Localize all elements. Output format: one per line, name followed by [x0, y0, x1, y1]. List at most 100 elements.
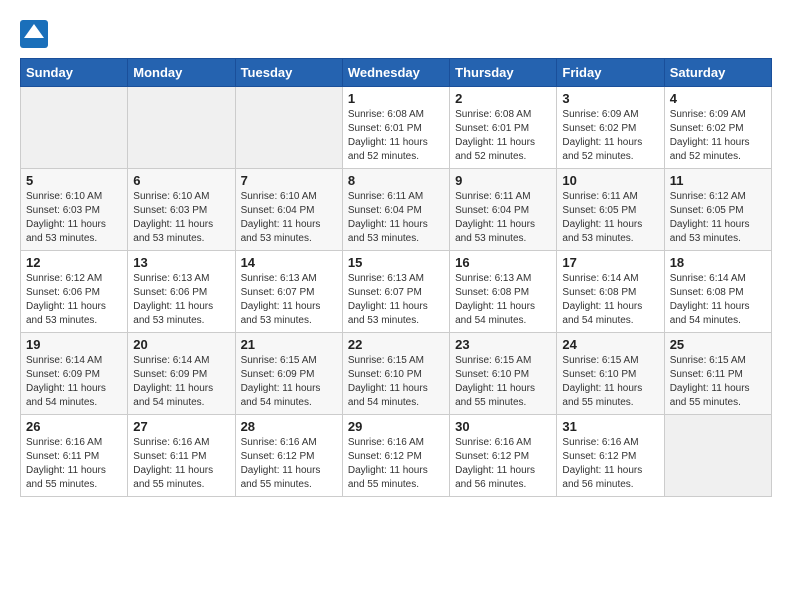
calendar-cell: 2 Sunrise: 6:08 AM Sunset: 6:01 PM Daylig…	[450, 87, 557, 169]
day-info: Sunrise: 6:16 AM Sunset: 6:12 PM Dayligh…	[562, 436, 658, 492]
weekday-header-friday: Friday	[557, 59, 664, 87]
weekday-header-monday: Monday	[128, 59, 235, 87]
day-info: Sunrise: 6:16 AM Sunset: 6:11 PM Dayligh…	[26, 436, 122, 492]
day-number: 20	[133, 337, 229, 352]
day-info: Sunrise: 6:12 AM Sunset: 6:05 PM Dayligh…	[670, 190, 766, 246]
day-number: 13	[133, 255, 229, 270]
calendar-cell: 22 Sunrise: 6:15 AM Sunset: 6:10 PM Dayli…	[342, 333, 449, 415]
day-number: 31	[562, 419, 658, 434]
day-number: 6	[133, 173, 229, 188]
week-row-4: 19Sunrise: 6:14 AM Sunset: 6:09 PM Dayli…	[21, 333, 772, 415]
day-info: Sunrise: 6:14 AM Sunset: 6:08 PM Dayligh…	[670, 272, 766, 328]
calendar-cell: 23Sunrise: 6:15 AM Sunset: 6:10 PM Dayli…	[450, 333, 557, 415]
day-number: 4	[670, 91, 766, 106]
calendar-cell: 25 Sunrise: 6:15 AM Sunset: 6:11 PM Dayli…	[664, 333, 771, 415]
day-number: 15	[348, 255, 444, 270]
calendar-cell: 3 Sunrise: 6:09 AM Sunset: 6:02 PM Daylig…	[557, 87, 664, 169]
day-info: Sunrise: 6:15 AM Sunset: 6:10 PM Dayligh…	[348, 354, 444, 410]
calendar-cell: 1Sunrise: 6:08 AM Sunset: 6:01 PM Daylig…	[342, 87, 449, 169]
day-number: 3	[562, 91, 658, 106]
day-number: 11	[670, 173, 766, 188]
day-info: Sunrise: 6:12 AM Sunset: 6:06 PM Dayligh…	[26, 272, 122, 328]
day-info: Sunrise: 6:15 AM Sunset: 6:10 PM Dayligh…	[562, 354, 658, 410]
week-row-3: 12 Sunrise: 6:12 AM Sunset: 6:06 PM Dayli…	[21, 251, 772, 333]
day-info: Sunrise: 6:14 AM Sunset: 6:08 PM Dayligh…	[562, 272, 658, 328]
calendar-cell: 29 Sunrise: 6:16 AM Sunset: 6:12 PM Dayli…	[342, 415, 449, 497]
calendar-cell	[235, 87, 342, 169]
weekday-header-tuesday: Tuesday	[235, 59, 342, 87]
day-info: Sunrise: 6:11 AM Sunset: 6:04 PM Dayligh…	[348, 190, 444, 246]
weekday-header-row: SundayMondayTuesdayWednesdayThursdayFrid…	[21, 59, 772, 87]
calendar-cell: 10 Sunrise: 6:11 AM Sunset: 6:05 PM Dayli…	[557, 169, 664, 251]
calendar-cell: 5 Sunrise: 6:10 AM Sunset: 6:03 PM Daylig…	[21, 169, 128, 251]
calendar-cell	[664, 415, 771, 497]
calendar-cell: 7Sunrise: 6:10 AM Sunset: 6:04 PM Daylig…	[235, 169, 342, 251]
day-info: Sunrise: 6:11 AM Sunset: 6:04 PM Dayligh…	[455, 190, 551, 246]
day-info: Sunrise: 6:15 AM Sunset: 6:09 PM Dayligh…	[241, 354, 337, 410]
day-info: Sunrise: 6:11 AM Sunset: 6:05 PM Dayligh…	[562, 190, 658, 246]
day-info: Sunrise: 6:16 AM Sunset: 6:12 PM Dayligh…	[348, 436, 444, 492]
week-row-2: 5 Sunrise: 6:10 AM Sunset: 6:03 PM Daylig…	[21, 169, 772, 251]
calendar-cell: 8 Sunrise: 6:11 AM Sunset: 6:04 PM Daylig…	[342, 169, 449, 251]
day-number: 9	[455, 173, 551, 188]
calendar-cell: 20Sunrise: 6:14 AM Sunset: 6:09 PM Dayli…	[128, 333, 235, 415]
calendar-cell: 30Sunrise: 6:16 AM Sunset: 6:12 PM Dayli…	[450, 415, 557, 497]
calendar-cell: 31 Sunrise: 6:16 AM Sunset: 6:12 PM Dayli…	[557, 415, 664, 497]
day-number: 21	[241, 337, 337, 352]
calendar-cell: 24 Sunrise: 6:15 AM Sunset: 6:10 PM Dayli…	[557, 333, 664, 415]
day-info: Sunrise: 6:16 AM Sunset: 6:11 PM Dayligh…	[133, 436, 229, 492]
day-number: 14	[241, 255, 337, 270]
calendar-cell: 9 Sunrise: 6:11 AM Sunset: 6:04 PM Daylig…	[450, 169, 557, 251]
day-number: 24	[562, 337, 658, 352]
calendar-cell: 4 Sunrise: 6:09 AM Sunset: 6:02 PM Daylig…	[664, 87, 771, 169]
calendar-cell: 13 Sunrise: 6:13 AM Sunset: 6:06 PM Dayli…	[128, 251, 235, 333]
day-number: 23	[455, 337, 551, 352]
page-header	[20, 20, 772, 48]
day-number: 10	[562, 173, 658, 188]
day-number: 5	[26, 173, 122, 188]
calendar-table: SundayMondayTuesdayWednesdayThursdayFrid…	[20, 58, 772, 497]
day-info: Sunrise: 6:09 AM Sunset: 6:02 PM Dayligh…	[562, 108, 658, 164]
day-number: 16	[455, 255, 551, 270]
day-number: 22	[348, 337, 444, 352]
calendar-cell: 18Sunrise: 6:14 AM Sunset: 6:08 PM Dayli…	[664, 251, 771, 333]
day-number: 8	[348, 173, 444, 188]
day-info: Sunrise: 6:10 AM Sunset: 6:04 PM Dayligh…	[241, 190, 337, 246]
calendar-cell: 14 Sunrise: 6:13 AM Sunset: 6:07 PM Dayli…	[235, 251, 342, 333]
calendar-cell: 16Sunrise: 6:13 AM Sunset: 6:08 PM Dayli…	[450, 251, 557, 333]
day-info: Sunrise: 6:15 AM Sunset: 6:11 PM Dayligh…	[670, 354, 766, 410]
calendar-cell	[128, 87, 235, 169]
calendar-cell: 15Sunrise: 6:13 AM Sunset: 6:07 PM Dayli…	[342, 251, 449, 333]
day-info: Sunrise: 6:08 AM Sunset: 6:01 PM Dayligh…	[455, 108, 551, 164]
calendar-cell: 19Sunrise: 6:14 AM Sunset: 6:09 PM Dayli…	[21, 333, 128, 415]
day-info: Sunrise: 6:14 AM Sunset: 6:09 PM Dayligh…	[26, 354, 122, 410]
day-info: Sunrise: 6:13 AM Sunset: 6:06 PM Dayligh…	[133, 272, 229, 328]
calendar-cell: 26 Sunrise: 6:16 AM Sunset: 6:11 PM Dayli…	[21, 415, 128, 497]
day-number: 28	[241, 419, 337, 434]
calendar-cell: 6 Sunrise: 6:10 AM Sunset: 6:03 PM Daylig…	[128, 169, 235, 251]
logo	[20, 20, 52, 48]
day-number: 12	[26, 255, 122, 270]
weekday-header-sunday: Sunday	[21, 59, 128, 87]
day-info: Sunrise: 6:08 AM Sunset: 6:01 PM Dayligh…	[348, 108, 444, 164]
calendar-cell: 11 Sunrise: 6:12 AM Sunset: 6:05 PM Dayli…	[664, 169, 771, 251]
calendar-cell: 17Sunrise: 6:14 AM Sunset: 6:08 PM Dayli…	[557, 251, 664, 333]
calendar-cell: 27Sunrise: 6:16 AM Sunset: 6:11 PM Dayli…	[128, 415, 235, 497]
day-number: 26	[26, 419, 122, 434]
weekday-header-wednesday: Wednesday	[342, 59, 449, 87]
day-info: Sunrise: 6:13 AM Sunset: 6:07 PM Dayligh…	[241, 272, 337, 328]
day-info: Sunrise: 6:10 AM Sunset: 6:03 PM Dayligh…	[133, 190, 229, 246]
calendar-cell: 28 Sunrise: 6:16 AM Sunset: 6:12 PM Dayli…	[235, 415, 342, 497]
day-info: Sunrise: 6:09 AM Sunset: 6:02 PM Dayligh…	[670, 108, 766, 164]
week-row-1: 1Sunrise: 6:08 AM Sunset: 6:01 PM Daylig…	[21, 87, 772, 169]
weekday-header-saturday: Saturday	[664, 59, 771, 87]
week-row-5: 26 Sunrise: 6:16 AM Sunset: 6:11 PM Dayli…	[21, 415, 772, 497]
day-number: 2	[455, 91, 551, 106]
day-info: Sunrise: 6:10 AM Sunset: 6:03 PM Dayligh…	[26, 190, 122, 246]
calendar-cell: 12 Sunrise: 6:12 AM Sunset: 6:06 PM Dayli…	[21, 251, 128, 333]
day-number: 30	[455, 419, 551, 434]
calendar-cell: 21 Sunrise: 6:15 AM Sunset: 6:09 PM Dayli…	[235, 333, 342, 415]
day-number: 25	[670, 337, 766, 352]
day-info: Sunrise: 6:16 AM Sunset: 6:12 PM Dayligh…	[241, 436, 337, 492]
day-number: 29	[348, 419, 444, 434]
